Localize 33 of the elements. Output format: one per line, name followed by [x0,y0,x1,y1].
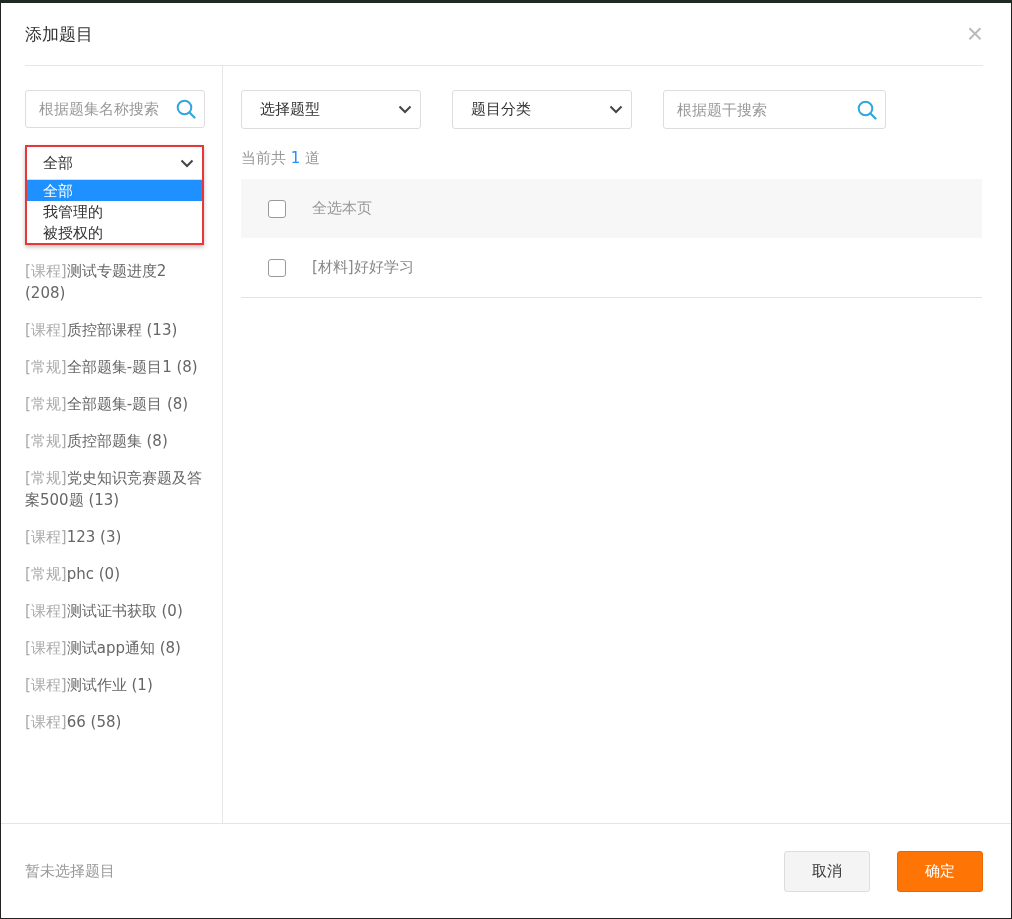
question-set-item[interactable]: [课程]测试app通知 (8) [25,629,206,666]
category-select[interactable]: 题目分类 [452,90,632,129]
chevron-down-icon [180,158,194,168]
selection-status: 暂未选择题目 [25,861,115,881]
question-set-item[interactable]: [课程]测试作业 (1) [25,666,206,703]
cancel-button[interactable]: 取消 [784,850,870,892]
question-set-item[interactable]: [常规]全部题集-题目1 (8) [25,348,206,385]
search-field[interactable]: 根据题干搜索 [663,90,886,129]
question-set-item[interactable]: [课程]质控部课程 (13) [25,311,206,348]
search-icon[interactable] [176,99,196,119]
question-set-item[interactable]: [常规]全部题集-题目 (8) [25,385,206,422]
checkbox[interactable] [268,199,286,218]
question-set-item[interactable]: [课程]123 (3) [25,518,206,555]
question-set-item[interactable]: [常规]phc (0) [25,555,206,592]
select-all-label: 全选本页 [312,199,372,218]
question-set-item[interactable]: [课程]测试专题进度2 (208) [25,252,206,311]
question-count: 当前共 1 道 [241,149,322,168]
dialog-title: 添加题目 [25,22,93,46]
question-set-item[interactable]: [课程]测试证书获取 (0) [25,592,206,629]
chevron-down-icon [609,105,623,114]
type-select[interactable]: 选择题型 [241,90,421,129]
chevron-down-icon [398,105,412,114]
question-set-item[interactable]: [常规]质控部题集 (8) [25,422,206,459]
question-title: [材料]好好学习 [312,258,414,277]
dropdown-option[interactable]: 被授权的 [27,222,202,243]
dropdown-option[interactable]: 全部 [27,180,202,201]
checkbox[interactable] [268,258,286,277]
dropdown-option[interactable]: 我管理的 [27,201,202,222]
question-set-item[interactable]: [常规]党史知识竞赛题及答案500题 (13) [25,459,206,518]
search-icon[interactable] [857,99,877,120]
search-field[interactable]: 根据题集名称搜索 [25,90,205,128]
filter-select[interactable]: 全部 [27,147,202,180]
question-set-item[interactable]: [课程]66 (58) [25,703,206,740]
